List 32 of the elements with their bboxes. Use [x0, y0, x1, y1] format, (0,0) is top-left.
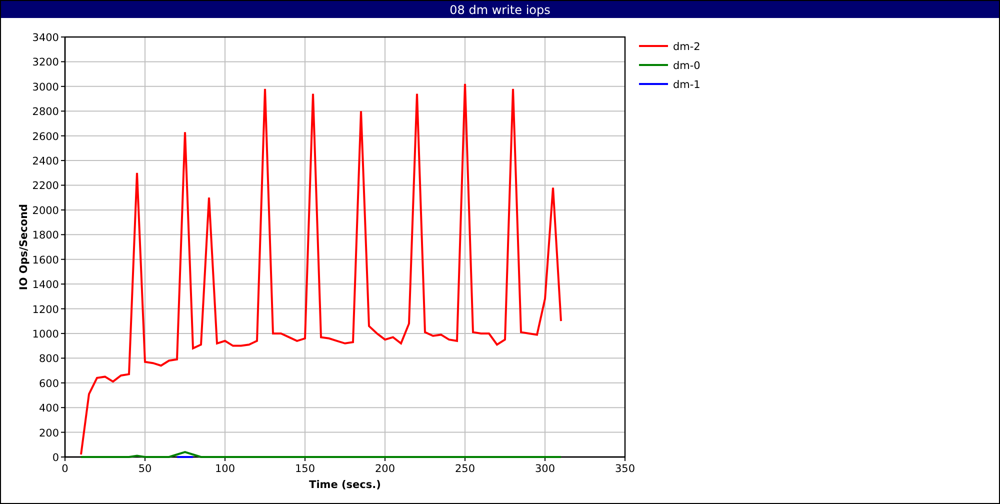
y-tick-label: 400 [38, 402, 59, 415]
x-tick-label: 0 [62, 463, 68, 475]
y-tick-label: 3400 [32, 32, 59, 44]
y-tick-label: 0 [52, 452, 59, 464]
x-tick-label: 100 [214, 463, 236, 475]
x-tick-label: 50 [138, 463, 152, 475]
x-tick-label: 350 [614, 463, 636, 475]
legend-label: dm-2 [673, 41, 700, 53]
x-tick-label: 200 [374, 463, 396, 475]
x-axis-title: Time (secs.) [309, 479, 381, 491]
y-tick-label: 1200 [32, 304, 59, 316]
y-tick-label: 1600 [32, 254, 59, 266]
y-tick-label: 2800 [32, 106, 59, 118]
legend-label: dm-1 [673, 79, 700, 91]
y-tick-label: 1000 [32, 328, 59, 340]
x-tick-label: 250 [454, 463, 476, 475]
y-tick-label: 2600 [32, 130, 59, 143]
y-tick-label: 2000 [32, 204, 59, 217]
x-tick-label: 150 [294, 463, 316, 475]
y-tick-label: 200 [38, 427, 59, 440]
y-tick-label: 3000 [32, 81, 59, 94]
y-tick-label: 2200 [32, 180, 59, 192]
y-tick-label: 3200 [32, 56, 59, 69]
y-tick-label: 600 [38, 378, 59, 390]
y-tick-label: 2400 [32, 156, 59, 168]
y-tick-label: 1400 [32, 279, 59, 292]
y-axis-title: IO Ops/Second [18, 204, 30, 290]
x-tick-label: 300 [534, 463, 556, 475]
chart-title: 08 dm write iops [450, 2, 550, 16]
legend-label: dm-0 [673, 60, 700, 72]
y-tick-label: 1800 [32, 230, 59, 242]
y-tick-label: 800 [38, 353, 59, 366]
